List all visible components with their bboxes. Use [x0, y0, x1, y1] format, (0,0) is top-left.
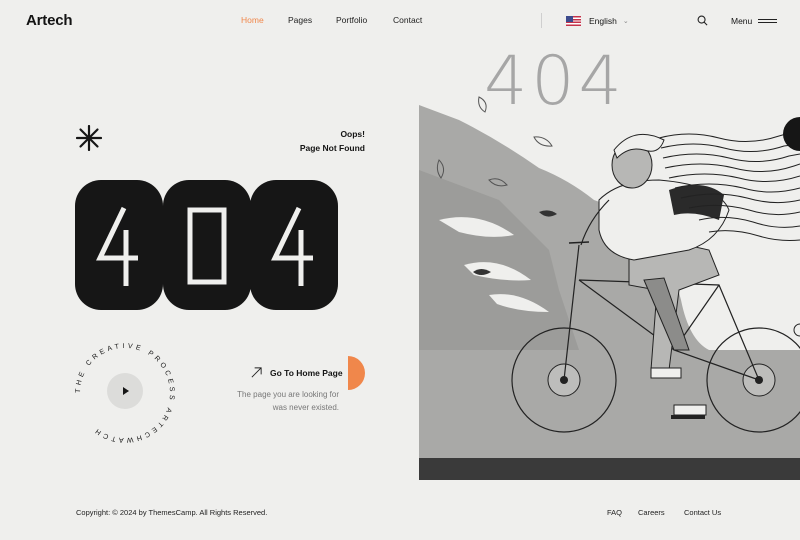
error-subtitle: Page Not Found [299, 143, 365, 153]
main-nav: Home Pages Portfolio Contact [0, 15, 800, 29]
header-divider [541, 13, 542, 28]
nav-item-contact[interactable]: Contact [393, 15, 422, 25]
nav-item-pages[interactable]: Pages [288, 15, 312, 25]
play-button[interactable] [107, 373, 143, 409]
asterisk-icon [76, 125, 102, 151]
language-label: English [589, 16, 617, 26]
error-digit [75, 180, 163, 310]
play-icon [123, 387, 129, 395]
error-digit [163, 180, 251, 310]
arrow-up-right-icon [251, 367, 262, 378]
nav-item-portfolio[interactable]: Portfolio [336, 15, 367, 25]
error-digit [250, 180, 338, 310]
hamburger-icon [758, 16, 778, 26]
digit-four-glyph [271, 206, 313, 286]
search-icon[interactable] [697, 15, 708, 26]
error-title: Oops! [340, 129, 365, 139]
menu-button[interactable]: Menu [731, 15, 778, 27]
footer-link-faq[interactable]: FAQ [607, 508, 622, 517]
illustration-heading: 404 [484, 42, 626, 121]
us-flag-icon [566, 16, 581, 26]
go-home-label: Go To Home Page [270, 367, 343, 378]
error-message: Oops! Page Not Found [300, 127, 365, 155]
nav-item-home[interactable]: Home [241, 15, 264, 25]
accent-half-circle [348, 356, 365, 390]
footer-link-careers[interactable]: Careers [638, 508, 665, 517]
copyright-text: Copyright: © 2024 by ThemesCamp. All Rig… [76, 508, 268, 517]
language-selector[interactable]: English ⌄ [566, 15, 629, 27]
digit-four-glyph [96, 206, 138, 286]
go-home-link[interactable]: Go To Home Page [250, 366, 343, 379]
digit-zero-glyph [187, 207, 227, 285]
error-description: The page you are looking for was never e… [237, 390, 339, 412]
footer-link-contact[interactable]: Contact Us [684, 508, 721, 517]
menu-label: Menu [731, 16, 753, 26]
chevron-down-icon: ⌄ [622, 18, 629, 25]
